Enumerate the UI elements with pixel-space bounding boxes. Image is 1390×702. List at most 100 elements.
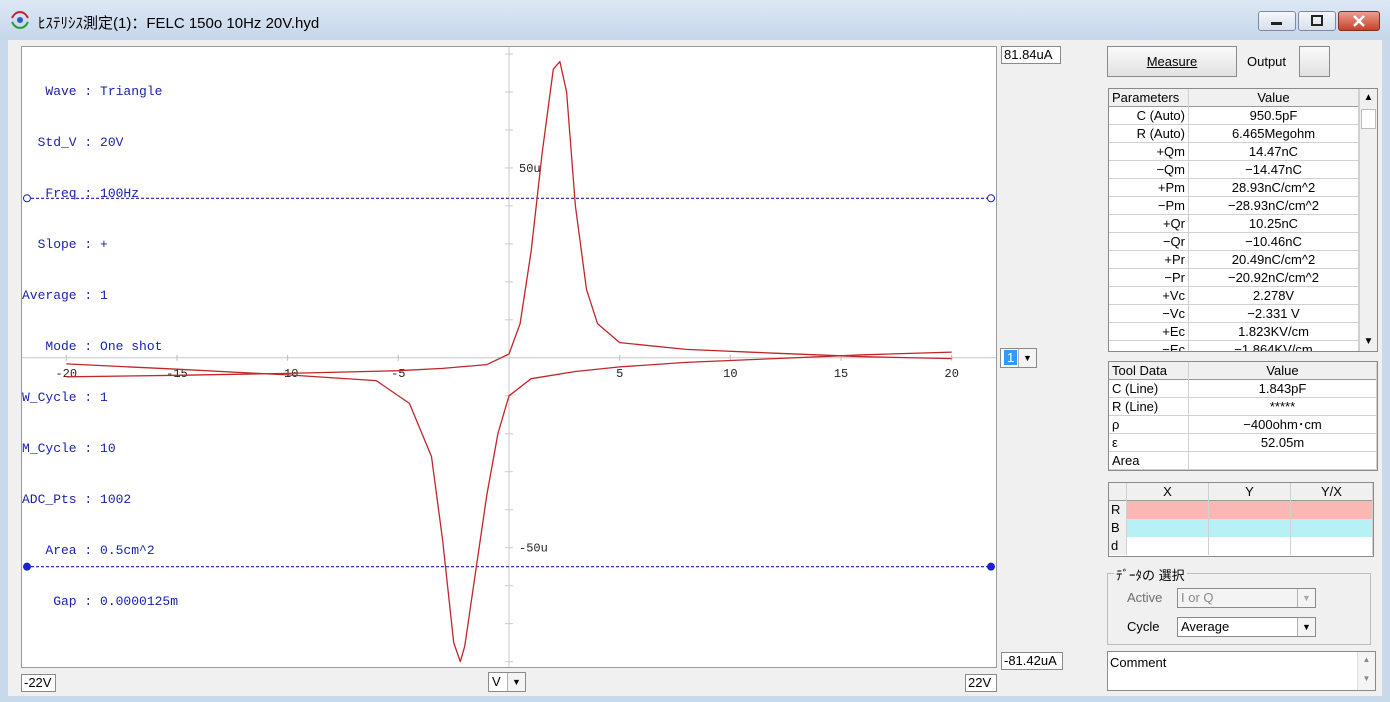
table-cell: −Vc	[1109, 305, 1189, 323]
table-cell: 1.823KV/cm	[1189, 323, 1359, 341]
comment-area[interactable]: Comment ▲ ▼	[1107, 651, 1376, 691]
upper-cursor-handle-right	[987, 194, 995, 203]
table-row[interactable]: +Qr 10.25nC	[1109, 215, 1359, 233]
output-button[interactable]	[1299, 46, 1330, 77]
output-label: Output	[1247, 54, 1287, 69]
table-row[interactable]: R (Auto) 6.465Megohm	[1109, 125, 1359, 143]
dropdown-arrow-icon: ▼	[1018, 349, 1036, 367]
table-row[interactable]: d	[1109, 537, 1373, 555]
table-header: Parameters Value	[1109, 89, 1359, 107]
table-row[interactable]: R (Line) *****	[1109, 398, 1377, 416]
info-line: Freq : 100Hz	[22, 186, 140, 201]
table-cell: −10.46nC	[1189, 233, 1359, 251]
table-cell: *****	[1189, 398, 1377, 416]
comment-scrollbar[interactable]: ▲ ▼	[1357, 652, 1375, 690]
measure-label: Measure	[1146, 54, 1198, 69]
parameters-scrollbar[interactable]: ▲ ▼	[1359, 89, 1377, 351]
table-cell: −28.93nC/cm^2	[1189, 197, 1359, 215]
hysteresis-plot[interactable]: -20 -15 -10 -5 5 10 15 20 50u -50u Wave : Triangl…	[21, 46, 997, 668]
table-cell: +Pm	[1109, 179, 1189, 197]
table-row[interactable]: +Pr 20.49nC/cm^2	[1109, 251, 1359, 269]
y-min-field[interactable]: -81.42uA	[1001, 652, 1063, 670]
table-cell: −Pr	[1109, 269, 1189, 287]
info-line: Slope : +	[22, 237, 108, 252]
info-line: Mode : One shot	[22, 339, 163, 354]
scroll-up-icon[interactable]: ▲	[1360, 89, 1377, 107]
x-max-field[interactable]: 22V	[965, 674, 997, 692]
close-button[interactable]	[1338, 11, 1380, 31]
table-cell	[1209, 501, 1291, 519]
table-row[interactable]: +Vc 2.278V	[1109, 287, 1359, 305]
table-row[interactable]: B	[1109, 519, 1373, 537]
table-cell: −Pm	[1109, 197, 1189, 215]
table-row[interactable]: Area	[1109, 452, 1377, 470]
table-row[interactable]: ε 52.05m	[1109, 434, 1377, 452]
header-cell: Value	[1189, 89, 1359, 107]
x-tick-label: 15	[834, 367, 848, 381]
table-cell: C (Line)	[1109, 380, 1189, 398]
table-cell: −14.47nC	[1189, 161, 1359, 179]
xy-table[interactable]: X Y Y/X R Bd	[1108, 482, 1374, 557]
maximize-button[interactable]	[1298, 11, 1336, 31]
info-line: M_Cycle : 10	[22, 441, 116, 456]
table-row[interactable]: −Qm −14.47nC	[1109, 161, 1359, 179]
table-row[interactable]: +Pm 28.93nC/cm^2	[1109, 179, 1359, 197]
header-cell: Y/X	[1291, 483, 1373, 501]
dropdown-arrow-icon: ▼	[1297, 589, 1315, 607]
table-cell: Area	[1109, 452, 1189, 470]
y-max-field[interactable]: 81.84uA	[1001, 46, 1061, 64]
table-row[interactable]: ρ −400ohm･cm	[1109, 416, 1377, 434]
channel-select[interactable]: 1 ▼	[1000, 348, 1037, 368]
measure-button[interactable]: Measure	[1107, 46, 1237, 77]
measurement-info: Wave : Triangle Std_V : 20V Freq : 100Hz…	[22, 49, 178, 644]
header-cell	[1109, 483, 1127, 501]
table-cell: −Qr	[1109, 233, 1189, 251]
table-cell	[1127, 537, 1209, 555]
table-row[interactable]: −Pr −20.92nC/cm^2	[1109, 269, 1359, 287]
table-cell: 20.49nC/cm^2	[1189, 251, 1359, 269]
minimize-icon	[1271, 22, 1282, 25]
info-line: Gap : 0.0000125m	[22, 594, 179, 609]
table-cell: +Ec	[1109, 323, 1189, 341]
y-tick-label: -50u	[519, 542, 548, 556]
table-cell: +Vc	[1109, 287, 1189, 305]
x-min-field[interactable]: -22V	[21, 674, 56, 692]
table-row[interactable]: C (Line) 1.843pF	[1109, 380, 1377, 398]
table-cell: R (Auto)	[1109, 125, 1189, 143]
parameters-table[interactable]: Parameters Value C (Auto) 950.5pF R (Auto) 6.…	[1108, 88, 1378, 352]
header-cell: Parameters	[1109, 89, 1189, 107]
table-cell: 1.843pF	[1189, 380, 1377, 398]
cycle-select[interactable]: Average ▼	[1177, 617, 1316, 637]
active-value: I or Q	[1181, 590, 1214, 605]
scroll-thumb[interactable]	[1361, 109, 1376, 129]
table-row[interactable]: −Qr −10.46nC	[1109, 233, 1359, 251]
table-row[interactable]: −Pm −28.93nC/cm^2	[1109, 197, 1359, 215]
table-cell: −400ohm･cm	[1189, 416, 1377, 434]
tool-data-table[interactable]: Tool Data Value C (Line) 1.843pF R (Line) ***…	[1108, 361, 1378, 471]
table-cell: −2.331 V	[1189, 305, 1359, 323]
x-tick-label: 10	[723, 367, 737, 381]
y-tick-label: 50u	[519, 162, 541, 176]
x-tick-label: 20	[945, 367, 959, 381]
dropdown-arrow-icon: ▼	[507, 673, 525, 691]
active-select[interactable]: I or Q ▼	[1177, 588, 1316, 608]
row-label: R	[1109, 501, 1127, 519]
table-cell: 10.25nC	[1189, 215, 1359, 233]
info-line: Std_V : 20V	[22, 135, 124, 150]
x-unit-select[interactable]: V ▼	[488, 672, 526, 692]
table-row[interactable]: +Qm 14.47nC	[1109, 143, 1359, 161]
minimize-button[interactable]	[1258, 11, 1296, 31]
table-cell: 2.278V	[1189, 287, 1359, 305]
table-row[interactable]: R	[1109, 501, 1373, 519]
row-label: B	[1109, 519, 1127, 537]
table-row[interactable]: +Ec 1.823KV/cm	[1109, 323, 1359, 341]
table-row[interactable]: −Ec −1.864KV/cm	[1109, 341, 1359, 351]
table-row[interactable]: C (Auto) 950.5pF	[1109, 107, 1359, 125]
scroll-down-icon[interactable]: ▼	[1360, 333, 1377, 351]
table-row[interactable]: −Vc −2.331 V	[1109, 305, 1359, 323]
x-tick-label: -5	[391, 367, 405, 381]
data-select-legend: ﾃﾞｰﾀの 選択	[1114, 565, 1187, 584]
table-cell: 28.93nC/cm^2	[1189, 179, 1359, 197]
title-bar: ﾋｽﾃﾘｼｽ測定(1)：FELC 150o 10Hz 20V.hyd	[0, 0, 1390, 40]
header-cell: Value	[1189, 362, 1377, 380]
